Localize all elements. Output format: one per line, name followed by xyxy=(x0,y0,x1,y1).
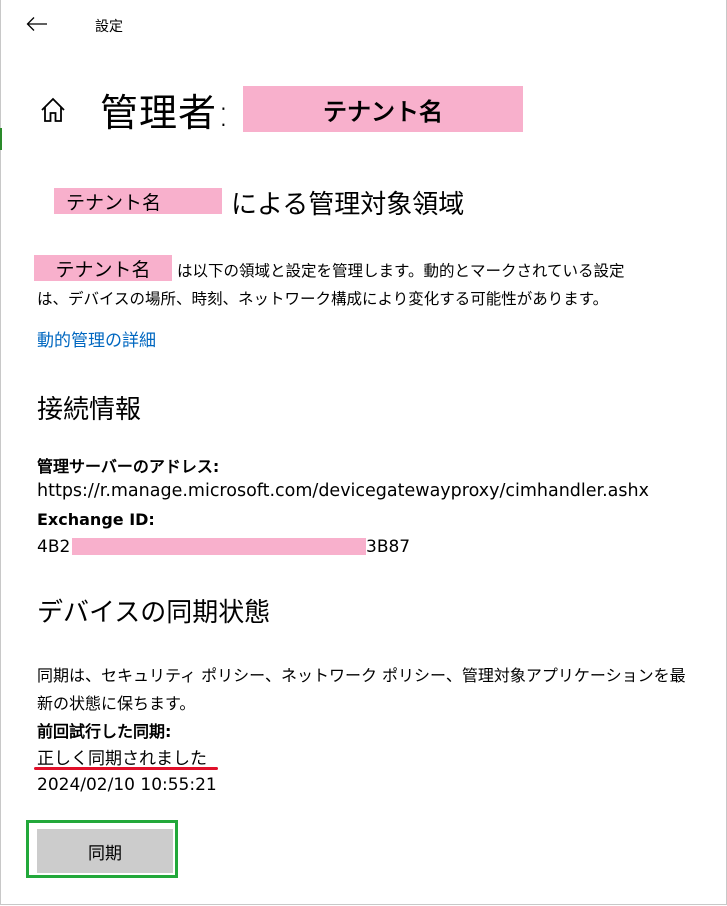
sync-description: 新の状態に保ちます。 xyxy=(37,694,196,713)
dynamic-management-details-link[interactable]: 動的管理の詳細 xyxy=(37,326,156,351)
tenant-name-redaction: テナント名 xyxy=(54,188,222,214)
tenant-name-redaction: テナント名 xyxy=(34,255,172,281)
server-address-value: https://r.manage.microsoft.com/devicegat… xyxy=(37,481,649,501)
sync-button[interactable]: 同期 xyxy=(37,829,173,873)
exchange-id-label: Exchange ID: xyxy=(37,510,155,529)
tenant-name-redaction: テナント名 xyxy=(243,86,523,132)
status-underline-annotation xyxy=(34,767,218,770)
window-edge-marker xyxy=(0,128,2,150)
server-address-label: 管理サーバーのアドレス: xyxy=(37,457,220,476)
sync-status-text: 正しく同期されました xyxy=(37,749,207,769)
arrow-left-icon xyxy=(26,17,47,31)
exchange-id-redaction xyxy=(72,538,366,555)
managed-area-description: は、デバイスの場所、時刻、ネットワーク構成により変化する可能性があります。 xyxy=(37,290,609,308)
back-button[interactable] xyxy=(22,10,52,38)
managed-area-description: は以下の領域と設定を管理します。動的とマークされている設定 xyxy=(177,262,625,280)
page-title: 管理者: xyxy=(100,91,231,135)
last-sync-attempt-label: 前回試行した同期: xyxy=(37,722,172,741)
managed-area-heading: による管理対象領域 xyxy=(231,190,465,220)
device-sync-status-heading: デバイスの同期状態 xyxy=(37,598,271,628)
sync-timestamp: 2024/02/10 10:55:21 xyxy=(37,775,217,795)
home-icon[interactable] xyxy=(38,95,68,125)
sync-description: 同期は、セキュリティ ポリシー、ネットワーク ポリシー、管理対象アプリケーション… xyxy=(37,666,686,685)
app-title: 設定 xyxy=(95,19,123,35)
connection-info-heading: 接続情報 xyxy=(37,395,142,425)
exchange-id-value-end: 3B87 xyxy=(366,537,411,557)
exchange-id-value-start: 4B2 xyxy=(37,537,71,557)
